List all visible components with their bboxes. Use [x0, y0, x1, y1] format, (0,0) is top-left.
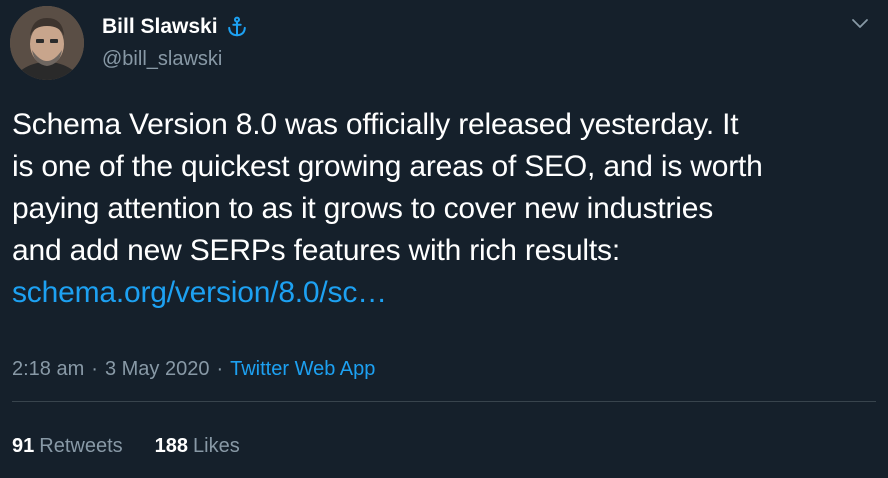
tweet-stats: 91 Retweets 188 Likes [12, 435, 272, 458]
meta-separator: · [91, 358, 98, 380]
retweets-stat[interactable]: 91 Retweets [12, 435, 123, 458]
tweet-link[interactable]: schema.org/version/8.0/sc… [12, 272, 872, 314]
tweet-text-line: paying attention to as it grows to cover… [12, 192, 714, 225]
display-name-row[interactable]: Bill Slawski [102, 15, 248, 39]
tweet-text-line: and add new SERPs features with rich res… [12, 234, 620, 267]
likes-label: Likes [193, 435, 240, 457]
display-name[interactable]: Bill Slawski [102, 15, 218, 39]
tweet-text-line: is one of the quickest growing areas of … [12, 150, 763, 183]
chevron-down-icon[interactable] [850, 16, 870, 30]
tweet-source-link[interactable]: Twitter Web App [230, 358, 375, 381]
likes-stat[interactable]: 188 Likes [155, 435, 240, 458]
likes-count: 188 [154, 435, 188, 457]
avatar[interactable] [10, 6, 84, 80]
tweet-text: Schema Version 8.0 was officially releas… [12, 104, 872, 314]
tweet-meta: 2:18 am · 3 May 2020 · Twitter Web App [12, 358, 375, 381]
meta-separator: · [216, 358, 224, 380]
tweet-date[interactable]: 3 May 2020 [105, 358, 210, 381]
tweet-time[interactable]: 2:18 am [12, 358, 84, 381]
divider [12, 401, 876, 402]
anchor-icon [226, 16, 248, 38]
tweet-card: Bill Slawski @bill_slawski Schema Versio… [0, 0, 888, 478]
retweets-label: Retweets [39, 435, 123, 457]
retweets-count: 91 [12, 435, 35, 457]
tweet-text-line: Schema Version 8.0 was officially releas… [12, 108, 739, 141]
user-handle[interactable]: @bill_slawski [102, 48, 222, 71]
